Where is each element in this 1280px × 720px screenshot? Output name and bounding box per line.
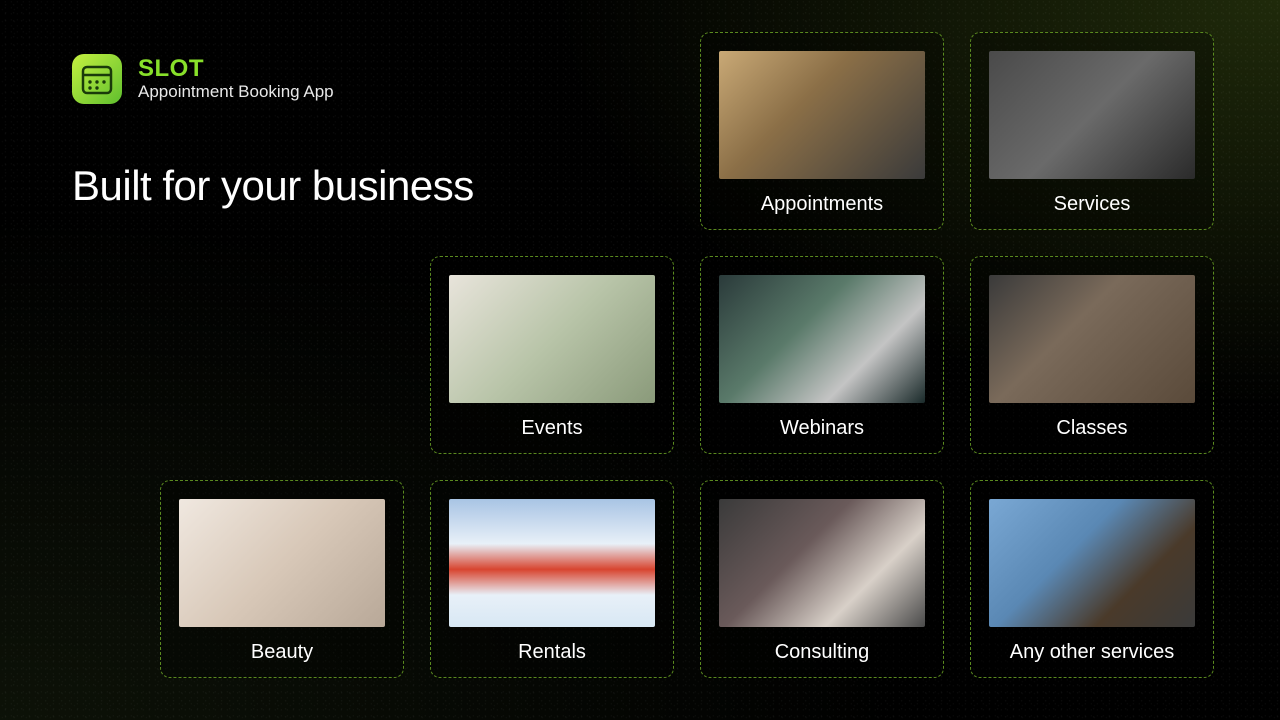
card-image-rentals	[449, 499, 655, 627]
card-label: Any other services	[1010, 641, 1175, 664]
card-image-appointments	[719, 51, 925, 179]
card-label: Services	[1054, 193, 1131, 216]
card-label: Events	[521, 417, 582, 440]
card-label: Beauty	[251, 641, 313, 664]
card-label: Consulting	[775, 641, 870, 664]
category-grid: Appointments Services Events Webinars Cl…	[104, 32, 1214, 678]
card-label: Classes	[1056, 417, 1127, 440]
grid-row-3: Beauty Rentals Consulting Any other serv…	[160, 480, 1214, 678]
card-image-consulting	[719, 499, 925, 627]
card-beauty[interactable]: Beauty	[160, 480, 404, 678]
card-events[interactable]: Events	[430, 256, 674, 454]
card-services[interactable]: Services	[970, 32, 1214, 230]
card-image-classes	[989, 275, 1195, 403]
card-label: Webinars	[780, 417, 864, 440]
grid-row-2: Events Webinars Classes	[430, 256, 1214, 454]
card-classes[interactable]: Classes	[970, 256, 1214, 454]
card-image-webinars	[719, 275, 925, 403]
card-consulting[interactable]: Consulting	[700, 480, 944, 678]
card-image-services	[989, 51, 1195, 179]
card-label: Appointments	[761, 193, 883, 216]
card-appointments[interactable]: Appointments	[700, 32, 944, 230]
card-any-other[interactable]: Any other services	[970, 480, 1214, 678]
card-image-events	[449, 275, 655, 403]
card-image-any-other	[989, 499, 1195, 627]
card-label: Rentals	[518, 641, 586, 664]
card-webinars[interactable]: Webinars	[700, 256, 944, 454]
grid-row-1: Appointments Services	[700, 32, 1214, 230]
card-image-beauty	[179, 499, 385, 627]
card-rentals[interactable]: Rentals	[430, 480, 674, 678]
